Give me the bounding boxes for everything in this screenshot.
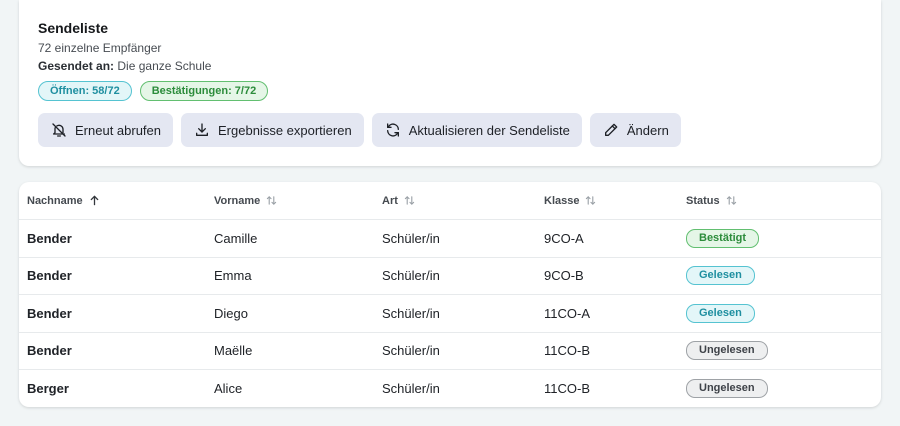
status-badge: Ungelesen <box>686 379 768 399</box>
status-badge: Gelesen <box>686 266 755 286</box>
cell-class: 11CO-B <box>544 381 590 397</box>
sent-to: Gesendet an: Die ganze Schule <box>38 59 862 73</box>
cell-lastname: Bender <box>27 268 72 284</box>
sort-icon <box>404 196 415 205</box>
cell-type: Schüler/in <box>382 381 440 397</box>
column-label: Art <box>382 194 398 207</box>
cell-class: 11CO-A <box>544 305 590 321</box>
cell-status: Gelesen <box>686 258 755 295</box>
status-badge: Gelesen <box>686 303 755 323</box>
cell-type: Schüler/in <box>382 268 440 284</box>
stats-chips: Öffnen: 58/72 Bestätigungen: 7/72 <box>38 81 862 101</box>
recipients-table: Nachname Vorname Art Klasse Status Bende… <box>19 182 881 407</box>
cell-type: Schüler/in <box>382 230 440 246</box>
pencil-icon <box>604 123 618 136</box>
action-bar: Erneut abrufen Ergebnisse exportieren Ak… <box>38 113 862 147</box>
recall-button[interactable]: Erneut abrufen <box>38 113 174 147</box>
status-badge: Bestätigt <box>686 228 760 248</box>
sort-icon <box>267 196 277 205</box>
cell-status: Ungelesen <box>686 370 768 407</box>
cell-lastname: Berger <box>27 381 69 397</box>
sort-icon <box>586 196 596 205</box>
recall-button-label: Erneut abrufen <box>75 122 162 138</box>
export-results-button[interactable]: Ergebnisse exportieren <box>181 113 364 147</box>
sort-ascending-icon <box>90 195 98 206</box>
column-header-class[interactable]: Klasse <box>544 182 596 219</box>
recipients-count: 72 einzelne Empfänger <box>38 41 162 55</box>
opens-chip: Öffnen: 58/72 <box>38 81 132 101</box>
refresh-icon <box>386 123 399 137</box>
cell-status: Gelesen <box>686 295 755 332</box>
table-header: Nachname Vorname Art Klasse Status <box>19 182 881 220</box>
cell-firstname: Maëlle <box>214 343 253 359</box>
send-list-card: Sendeliste 72 einzelne Empfänger Gesende… <box>19 0 881 166</box>
cell-firstname: Alice <box>214 381 243 397</box>
table-row[interactable]: Bender Camille Schüler/in 9CO-A Bestätig… <box>19 220 881 258</box>
cell-type: Schüler/in <box>382 343 440 359</box>
sent-to-value: Die ganze Schule <box>117 59 212 73</box>
cell-class: 9CO-A <box>544 230 584 246</box>
refresh-list-button[interactable]: Aktualisieren der Sendeliste <box>371 113 582 147</box>
sent-to-label: Gesendet an: <box>38 59 115 73</box>
cell-class: 11CO-B <box>544 343 590 359</box>
cell-lastname: Bender <box>27 230 72 246</box>
column-label: Vorname <box>214 194 261 207</box>
page-title: Sendeliste <box>38 20 109 36</box>
refresh-button-label: Aktualisieren der Sendeliste <box>408 122 570 138</box>
column-header-status[interactable]: Status <box>686 182 737 219</box>
edit-button[interactable]: Ändern <box>589 113 681 147</box>
status-badge: Ungelesen <box>686 341 768 361</box>
column-header-firstname[interactable]: Vorname <box>214 182 277 219</box>
bell-off-icon <box>52 123 66 137</box>
column-label: Nachname <box>27 194 83 207</box>
edit-button-label: Ändern <box>626 122 669 138</box>
cell-firstname: Camille <box>214 230 258 246</box>
column-header-type[interactable]: Art <box>382 182 415 219</box>
cell-firstname: Diego <box>214 305 248 321</box>
export-button-label: Ergebnisse exportieren <box>218 122 352 138</box>
download-icon <box>196 123 209 136</box>
table-row[interactable]: Berger Alice Schüler/in 11CO-B Ungelesen <box>19 370 881 407</box>
column-header-lastname[interactable]: Nachname <box>27 182 100 219</box>
confirmations-chip: Bestätigungen: 7/72 <box>139 81 269 101</box>
cell-type: Schüler/in <box>382 305 440 321</box>
cell-status: Bestätigt <box>686 220 760 257</box>
table-row[interactable]: Bender Diego Schüler/in 11CO-A Gelesen <box>19 295 881 333</box>
cell-lastname: Bender <box>27 305 72 321</box>
table-row[interactable]: Bender Emma Schüler/in 9CO-B Gelesen <box>19 258 881 295</box>
column-label: Status <box>686 194 720 207</box>
table-row[interactable]: Bender Maëlle Schüler/in 11CO-B Ungelese… <box>19 333 881 370</box>
column-label: Klasse <box>544 194 580 207</box>
sort-icon <box>726 196 736 205</box>
cell-firstname: Emma <box>214 268 252 284</box>
cell-status: Ungelesen <box>686 333 768 370</box>
cell-class: 9CO-B <box>544 268 584 284</box>
cell-lastname: Bender <box>27 343 72 359</box>
